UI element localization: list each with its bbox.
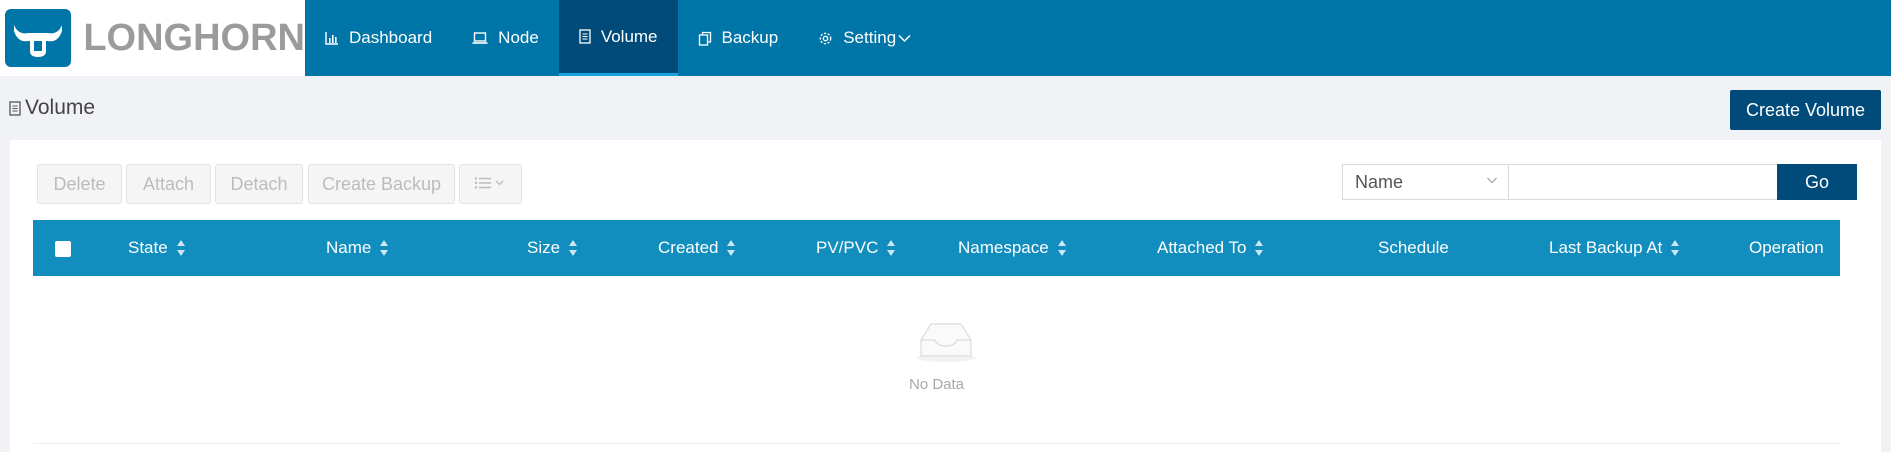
attach-button[interactable]: Attach bbox=[126, 164, 211, 204]
nav-item-dashboard[interactable]: Dashboard bbox=[305, 0, 452, 76]
column-header-size[interactable]: Size bbox=[527, 220, 578, 276]
longhorn-logo-icon bbox=[5, 9, 72, 67]
nav-item-setting[interactable]: Setting bbox=[798, 0, 931, 76]
brand-logo[interactable]: LONGHORN bbox=[0, 0, 305, 76]
column-header-namespace[interactable]: Namespace bbox=[958, 220, 1067, 276]
chevron-down-icon bbox=[1486, 174, 1498, 186]
nav-label-setting: Setting bbox=[843, 28, 897, 47]
column-header-schedule: Schedule bbox=[1378, 220, 1449, 276]
sort-icon[interactable] bbox=[379, 239, 389, 257]
bar-chart-icon bbox=[325, 31, 339, 45]
search-input[interactable] bbox=[1508, 164, 1778, 200]
select-all-checkbox[interactable] bbox=[55, 241, 71, 257]
copy-icon bbox=[698, 31, 712, 46]
main-nav: Dashboard Node Volume Backup Setting bbox=[305, 0, 931, 76]
sort-icon[interactable] bbox=[1254, 239, 1264, 257]
column-header-attached-to[interactable]: Attached To bbox=[1157, 220, 1264, 276]
column-label: PV/PVC bbox=[816, 238, 879, 257]
page-title: Volume bbox=[9, 96, 95, 120]
volume-doc-icon bbox=[579, 29, 591, 44]
column-label: Namespace bbox=[958, 238, 1049, 257]
empty-text: No Data bbox=[908, 376, 965, 393]
nav-item-volume[interactable]: Volume bbox=[558, 0, 678, 76]
column-label: Size bbox=[527, 238, 561, 257]
brand-name: LONGHORN bbox=[83, 16, 305, 59]
detach-button[interactable]: Detach bbox=[215, 164, 303, 204]
search-field-select[interactable]: Name bbox=[1342, 164, 1509, 200]
column-header-operation: Operation bbox=[1749, 220, 1824, 276]
nav-item-backup[interactable]: Backup bbox=[678, 0, 799, 76]
bulk-actions-menu-button[interactable] bbox=[459, 164, 522, 204]
column-header-state[interactable]: State bbox=[128, 220, 186, 276]
column-label: Last Backup At bbox=[1549, 238, 1663, 257]
sort-icon[interactable] bbox=[726, 239, 736, 257]
laptop-icon bbox=[472, 31, 488, 45]
table-header: State Name Size Created PV/PVC Namespace… bbox=[33, 220, 1840, 276]
create-backup-button[interactable]: Create Backup bbox=[308, 164, 455, 204]
column-label: Created bbox=[658, 238, 719, 257]
table-empty-state: No Data bbox=[33, 276, 1840, 444]
nav-item-node[interactable]: Node bbox=[452, 0, 559, 76]
column-header-last-backup-at[interactable]: Last Backup At bbox=[1549, 220, 1680, 276]
column-header-name[interactable]: Name bbox=[326, 220, 389, 276]
column-label: State bbox=[128, 238, 168, 257]
chevron-down-icon bbox=[898, 34, 911, 43]
sort-icon[interactable] bbox=[1670, 239, 1680, 257]
delete-button[interactable]: Delete bbox=[37, 164, 122, 204]
sort-icon[interactable] bbox=[1057, 239, 1067, 257]
sort-icon[interactable] bbox=[176, 239, 186, 257]
create-volume-button[interactable]: Create Volume bbox=[1730, 90, 1881, 130]
column-label: Name bbox=[326, 238, 372, 257]
search-field-selected: Name bbox=[1355, 171, 1404, 192]
page-title-text: Volume bbox=[25, 96, 96, 119]
top-header: LONGHORN Dashboard Node Volume Backup Se… bbox=[0, 0, 1891, 76]
sort-icon[interactable] bbox=[886, 239, 896, 257]
empty-inbox-icon bbox=[913, 320, 979, 369]
list-icon bbox=[474, 174, 508, 195]
column-header-pv-pvc[interactable]: PV/PVC bbox=[816, 220, 896, 276]
column-label: Attached To bbox=[1157, 238, 1247, 257]
gear-icon bbox=[818, 31, 833, 46]
go-button[interactable]: Go bbox=[1777, 164, 1857, 200]
sort-icon[interactable] bbox=[568, 239, 578, 257]
nav-label-volume: Volume bbox=[600, 26, 658, 46]
nav-label-dashboard: Dashboard bbox=[349, 28, 433, 47]
nav-label-node: Node bbox=[498, 28, 539, 47]
column-header-created[interactable]: Created bbox=[658, 220, 736, 276]
column-label: Operation bbox=[1749, 238, 1824, 257]
volume-doc-icon bbox=[9, 100, 21, 116]
nav-label-backup: Backup bbox=[721, 28, 779, 47]
column-label: Schedule bbox=[1378, 238, 1449, 257]
